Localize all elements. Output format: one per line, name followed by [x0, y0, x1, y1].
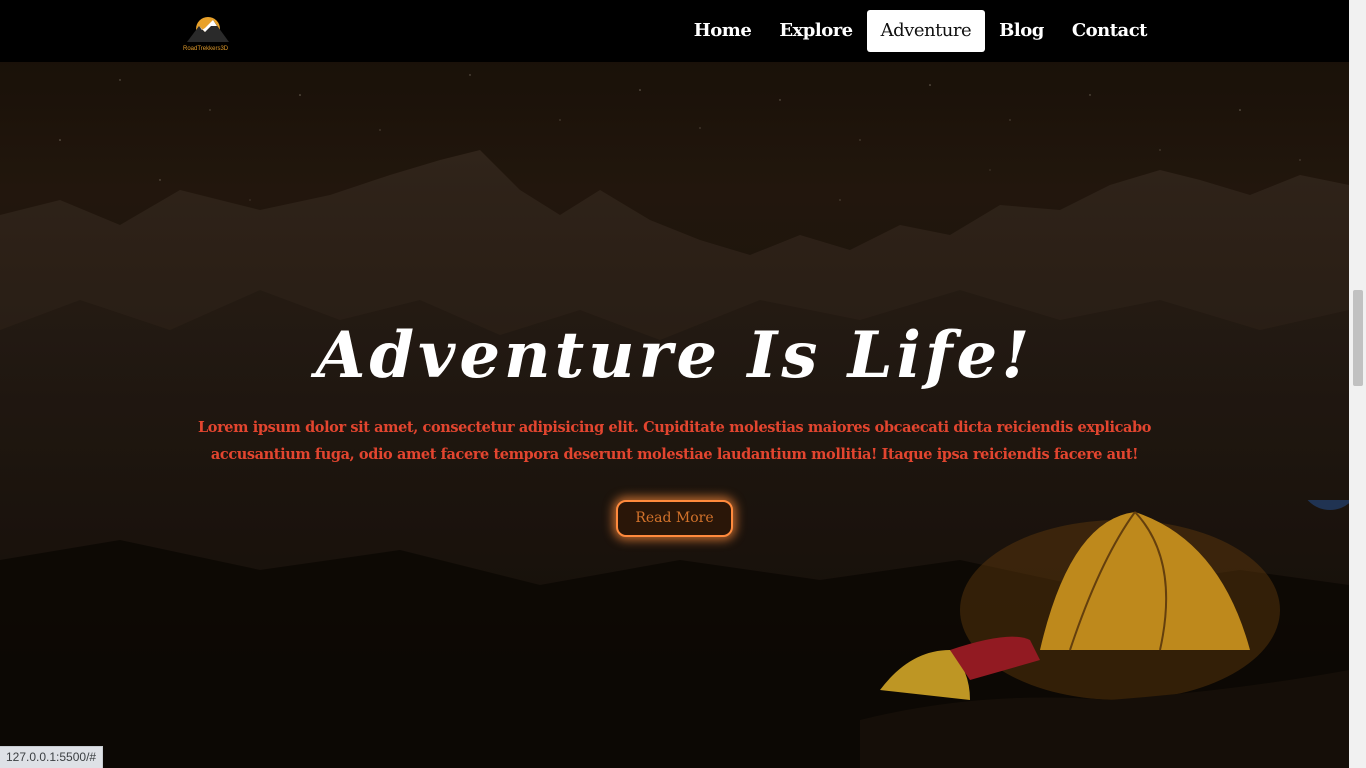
nav-item-adventure[interactable]: Adventure — [866, 10, 986, 52]
nav-item-home[interactable]: Home — [680, 10, 766, 52]
hero-title: Adventure Is Life! — [315, 318, 1034, 393]
top-navbar: RoadTrekkers3D Home Explore Adventure Bl… — [0, 0, 1349, 62]
status-bar-url: 127.0.0.1:5500/# — [0, 746, 104, 768]
nav-item-blog[interactable]: Blog — [985, 10, 1058, 52]
logo-text: RoadTrekkers3D — [183, 46, 229, 52]
main-navigation: Home Explore Adventure Blog Contact — [680, 10, 1161, 52]
read-more-button[interactable]: Read More — [616, 500, 733, 537]
mountain-logo-icon — [187, 17, 229, 42]
page: RoadTrekkers3D Home Explore Adventure Bl… — [0, 0, 1366, 768]
nav-item-explore[interactable]: Explore — [765, 10, 866, 52]
page-scrollbar[interactable] — [1349, 0, 1366, 768]
nav-item-contact[interactable]: Contact — [1058, 10, 1161, 52]
hero-description: Lorem ipsum dolor sit amet, consectetur … — [198, 419, 1151, 463]
site-logo[interactable]: RoadTrekkers3D — [183, 12, 233, 52]
scrollbar-thumb[interactable] — [1353, 290, 1363, 386]
